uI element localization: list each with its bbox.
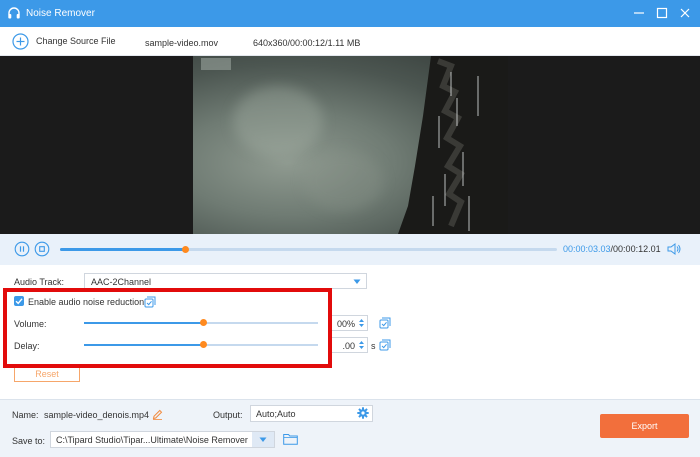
source-file-info: 640x360/00:00:12/1.11 MB	[253, 38, 361, 48]
add-circle-icon	[12, 32, 29, 50]
save-to-path: C:\Tipard Studio\Tipar...Ultimate\Noise …	[56, 435, 248, 445]
close-icon[interactable]	[678, 6, 692, 20]
delay-unit: s	[371, 341, 376, 351]
output-label: Output:	[213, 410, 243, 420]
maximize-icon[interactable]	[655, 6, 669, 20]
save-to-label: Save to:	[12, 436, 46, 446]
stop-icon[interactable]	[34, 241, 50, 257]
delay-value: .00	[342, 341, 355, 351]
headphones-icon	[8, 7, 20, 19]
output-format-field[interactable]: Auto;Auto	[250, 405, 373, 422]
volume-icon[interactable]	[667, 243, 681, 255]
stepper-icon[interactable]	[358, 318, 365, 328]
playback-bar: 00:00:03.03/00:00:12.01	[0, 234, 700, 265]
export-footer: Name: sample-video_denois.mp4 Output: Au…	[0, 399, 700, 457]
audio-track-value: AAC-2Channel	[91, 277, 152, 287]
gear-icon[interactable]	[357, 407, 369, 419]
output-file-name: sample-video_denois.mp4	[44, 410, 150, 420]
output-format-value: Auto;Auto	[256, 409, 296, 419]
edit-icon[interactable]	[152, 409, 163, 420]
current-time: 00:00:03.03	[563, 244, 611, 254]
volume-input[interactable]: 00%	[328, 315, 368, 331]
highlight-box	[3, 288, 332, 368]
folder-icon[interactable]	[283, 433, 298, 445]
playback-progress-fill	[60, 248, 186, 251]
waterwheel-image	[201, 56, 508, 234]
video-preview	[0, 56, 700, 234]
reset-button[interactable]: Reset	[14, 367, 80, 382]
playback-progress[interactable]	[60, 246, 557, 253]
audio-track-select[interactable]: AAC-2Channel	[84, 273, 367, 289]
total-time: /00:00:12.01	[610, 244, 661, 254]
apply-to-all-icon[interactable]	[379, 339, 391, 351]
save-to-dropdown-button[interactable]	[252, 432, 274, 447]
chevron-down-icon	[259, 437, 267, 442]
source-file-name: sample-video.mov	[145, 38, 219, 48]
save-to-field[interactable]: C:\Tipard Studio\Tipar...Ultimate\Noise …	[50, 431, 275, 448]
title-bar: Noise Remover	[0, 0, 700, 27]
window-title: Noise Remover	[26, 8, 95, 19]
pause-icon[interactable]	[14, 241, 30, 257]
chevron-down-icon	[353, 279, 361, 284]
apply-to-all-icon[interactable]	[379, 317, 391, 329]
playback-progress-thumb[interactable]	[182, 246, 190, 253]
video-frame	[193, 56, 508, 234]
name-label: Name:	[12, 410, 39, 420]
toolbar: Change Source File sample-video.mov 640x…	[0, 27, 700, 56]
playback-time: 00:00:03.03/00:00:12.01	[563, 244, 661, 254]
delay-input[interactable]: .00	[328, 337, 368, 353]
volume-value: 00%	[336, 319, 355, 329]
export-button[interactable]: Export	[600, 414, 689, 438]
audio-track-label: Audio Track:	[14, 277, 65, 287]
change-source-file-button[interactable]: Change Source File	[12, 32, 116, 50]
stepper-icon[interactable]	[358, 340, 365, 350]
change-source-file-label: Change Source File	[36, 36, 116, 46]
minimize-icon[interactable]	[632, 6, 646, 20]
